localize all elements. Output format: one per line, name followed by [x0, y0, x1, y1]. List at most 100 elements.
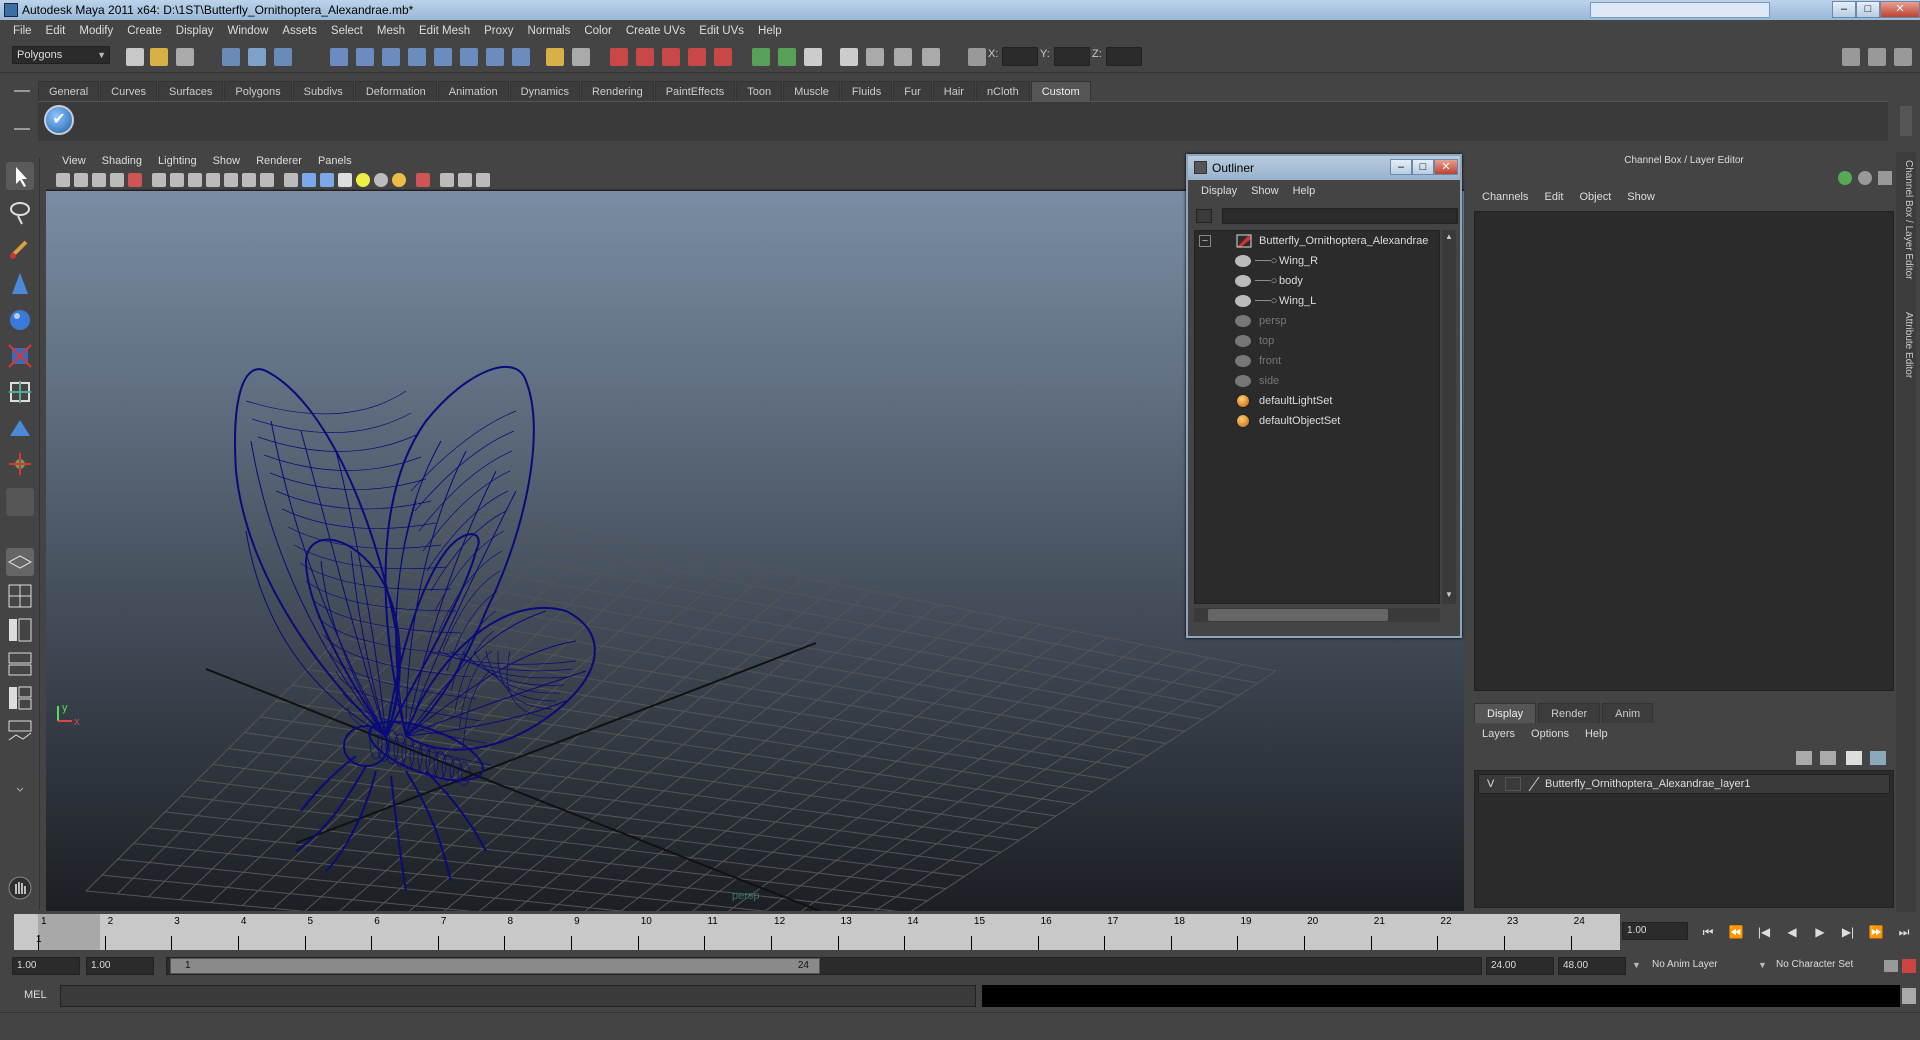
toolbox-expand-icon[interactable]: [6, 776, 34, 804]
menu-color[interactable]: Color: [577, 25, 618, 37]
construction-icon[interactable]: [486, 48, 504, 66]
menu-edit-uvs[interactable]: Edit UVs: [692, 25, 751, 37]
viewport-menu-lighting[interactable]: Lighting: [150, 155, 205, 167]
channel-menu-show[interactable]: Show: [1619, 191, 1663, 209]
go-to-start-icon[interactable]: ⏮: [1698, 924, 1718, 940]
outliner-vertical-scrollbar[interactable]: ▲ ▼: [1442, 230, 1456, 604]
shelf-tab-toon[interactable]: Toon: [736, 81, 783, 101]
playback-start-field[interactable]: 1.00: [86, 957, 154, 975]
history-icon[interactable]: [460, 48, 478, 66]
menu-set-selector[interactable]: Polygons ▼: [12, 46, 110, 64]
lasso-tool-icon[interactable]: [6, 198, 34, 226]
channel-menu-object[interactable]: Object: [1571, 191, 1619, 209]
move-tool-icon[interactable]: [6, 270, 34, 298]
filter-icon[interactable]: [1196, 209, 1212, 223]
scale-tool-icon[interactable]: [6, 342, 34, 370]
snap-grid-icon[interactable]: [330, 48, 348, 66]
save-scene-icon[interactable]: [176, 48, 194, 66]
xray-icon[interactable]: [440, 173, 454, 187]
shelf-scroll-icon[interactable]: [1900, 106, 1912, 136]
tool-settings-icon[interactable]: [840, 48, 858, 66]
outliner-toggle-icon[interactable]: [922, 48, 940, 66]
shelf-tab-surfaces[interactable]: Surfaces: [157, 81, 224, 101]
shelf-tab-deformation[interactable]: Deformation: [354, 81, 437, 101]
input-output-icon[interactable]: [572, 48, 590, 66]
show-manipulator-icon[interactable]: [6, 450, 34, 478]
render-view-icon[interactable]: [610, 48, 628, 66]
layer-tab-display[interactable]: Display: [1474, 703, 1537, 723]
sidebar-toggle-icon[interactable]: [752, 48, 770, 66]
channel-menu-edit[interactable]: Edit: [1536, 191, 1571, 209]
outliner-item-persp[interactable]: persp: [1235, 311, 1435, 331]
move-layer-down-icon[interactable]: [1820, 751, 1836, 765]
outliner-item-defaultobjectset[interactable]: defaultObjectSet: [1235, 411, 1435, 431]
outliner-menu-help[interactable]: Help: [1286, 185, 1323, 197]
manipulator-tool-icon[interactable]: [6, 378, 34, 406]
render-current-icon[interactable]: [636, 48, 654, 66]
scroll-down-icon[interactable]: ▼: [1443, 590, 1455, 602]
outliner-layout-icon[interactable]: [6, 616, 34, 644]
menu-normals[interactable]: Normals: [521, 25, 578, 37]
menu-modify[interactable]: Modify: [72, 25, 120, 37]
new-scene-icon[interactable]: [126, 48, 144, 66]
outliner-menu-display[interactable]: Display: [1194, 185, 1244, 197]
end-time-field[interactable]: 48.00: [1558, 957, 1626, 975]
move-layer-up-icon[interactable]: [1796, 751, 1812, 765]
outliner-item-wing-l[interactable]: ──○ Wing_L: [1235, 291, 1435, 311]
z-field[interactable]: [1106, 47, 1142, 66]
outliner-item-front[interactable]: front: [1235, 351, 1435, 371]
viewport-menu-show[interactable]: Show: [205, 155, 249, 167]
anim-layer-selector[interactable]: No Anim Layer: [1648, 957, 1756, 975]
default-lights-icon[interactable]: [356, 173, 370, 187]
step-back-frame-icon[interactable]: |◀: [1754, 924, 1774, 940]
shelf-tab-custom[interactable]: Custom: [1030, 81, 1091, 101]
shelf-tab-ncloth[interactable]: nCloth: [975, 81, 1030, 101]
gate-mask-icon[interactable]: [206, 173, 220, 187]
hand-icon[interactable]: [6, 874, 34, 902]
channel-box-area[interactable]: [1474, 211, 1894, 691]
outliner-item-butterfly[interactable]: Butterfly_Ornithoptera_Alexandrae: [1235, 231, 1435, 251]
layer-playback-toggle[interactable]: [1505, 777, 1521, 791]
outliner-close-button[interactable]: ✕: [1434, 159, 1458, 175]
scroll-up-icon[interactable]: ▲: [1443, 232, 1455, 244]
field-chart-icon[interactable]: [224, 173, 238, 187]
hypershade-layout-icon[interactable]: [6, 684, 34, 712]
outliner-item-defaultlightset[interactable]: defaultLightSet: [1235, 391, 1435, 411]
minimize-button[interactable]: –: [1832, 1, 1856, 18]
outliner-horizontal-scrollbar[interactable]: [1194, 608, 1440, 622]
shelf-tab-subdivs[interactable]: Subdivs: [292, 81, 354, 101]
menu-edit[interactable]: Edit: [39, 25, 73, 37]
image-plane-icon[interactable]: [110, 173, 124, 187]
range-slider-handle[interactable]: 1 24: [170, 958, 820, 974]
xray-joints-icon[interactable]: [458, 173, 472, 187]
start-time-field[interactable]: 1.00: [12, 957, 80, 975]
outliner-titlebar[interactable]: Outliner – □ ✕: [1188, 156, 1460, 180]
tool-options-icon[interactable]: [1868, 48, 1886, 66]
shelf-tab-polygons[interactable]: Polygons: [224, 81, 292, 101]
select-hierarchy-icon[interactable]: [222, 48, 240, 66]
close-button[interactable]: ✕: [1880, 1, 1920, 18]
menu-create-uvs[interactable]: Create UVs: [619, 25, 692, 37]
all-lights-icon[interactable]: [374, 173, 388, 187]
select-component-icon[interactable]: [274, 48, 292, 66]
maximize-button[interactable]: □: [1856, 1, 1880, 18]
shelf-tab-muscle[interactable]: Muscle: [783, 81, 840, 101]
channel-settings-icon[interactable]: [1878, 171, 1892, 185]
side-tab-attribute-editor[interactable]: Attribute Editor: [1898, 312, 1914, 378]
snap-point-icon[interactable]: [382, 48, 400, 66]
attribute-editor-icon[interactable]: [804, 48, 822, 66]
step-back-key-icon[interactable]: ⏪: [1726, 924, 1746, 940]
time-slider[interactable]: 1 12345678910111213141516171819202122232…: [14, 914, 1620, 950]
select-object-icon[interactable]: [248, 48, 266, 66]
menu-window[interactable]: Window: [220, 25, 275, 37]
step-forward-frame-icon[interactable]: ▶|: [1838, 924, 1858, 940]
channel-box-icon[interactable]: [866, 48, 884, 66]
outliner-filter-input[interactable]: [1222, 208, 1458, 224]
viewport-menu-renderer[interactable]: Renderer: [248, 155, 310, 167]
textured-icon[interactable]: [338, 173, 352, 187]
snap-surface-icon[interactable]: [434, 48, 452, 66]
search-field[interactable]: [1590, 2, 1770, 18]
last-tool-icon[interactable]: [6, 488, 34, 516]
menu-proxy[interactable]: Proxy: [477, 25, 520, 37]
new-layer-icon[interactable]: [1846, 751, 1862, 765]
